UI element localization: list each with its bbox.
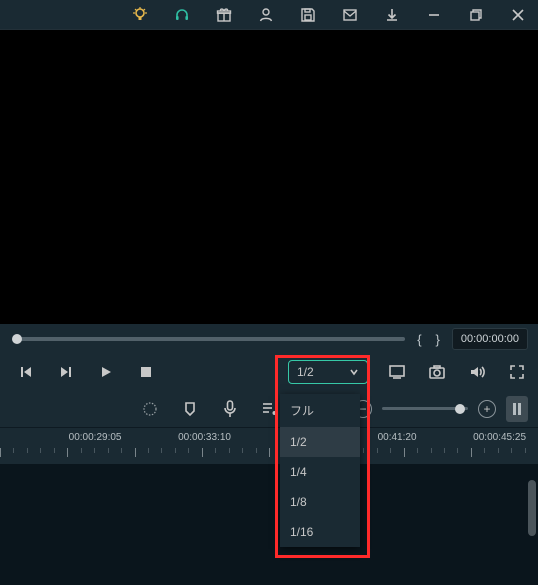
zoom-knob[interactable]	[455, 404, 465, 414]
close-icon[interactable]	[506, 3, 530, 27]
marker-icon[interactable]	[179, 398, 201, 420]
mark-out-brace[interactable]: }	[434, 332, 442, 347]
quality-select[interactable]: 1/2	[288, 360, 368, 384]
zoom-track[interactable]	[382, 407, 468, 410]
scrub-track[interactable]	[15, 337, 405, 341]
quality-option[interactable]: フル	[280, 394, 360, 427]
download-icon[interactable]	[380, 3, 404, 27]
timeline-body[interactable]	[0, 464, 538, 585]
save-icon[interactable]	[296, 3, 320, 27]
quality-option[interactable]: 1/4	[280, 457, 360, 487]
fullscreen-icon[interactable]	[506, 361, 528, 383]
playback-controls: 1/2	[0, 354, 538, 390]
quality-option[interactable]: 1/8	[280, 487, 360, 517]
preview-area	[0, 30, 538, 324]
next-keyframe-icon[interactable]	[55, 361, 77, 383]
quality-option[interactable]: 1/2	[280, 427, 360, 457]
lightbulb-icon[interactable]	[128, 3, 152, 27]
music-list-icon[interactable]	[259, 398, 281, 420]
volume-icon[interactable]	[466, 361, 488, 383]
minimize-icon[interactable]	[422, 3, 446, 27]
quality-option[interactable]: 1/16	[280, 517, 360, 547]
headphones-icon[interactable]	[170, 3, 194, 27]
pause-tile[interactable]	[506, 396, 528, 422]
tool-row: − +	[0, 390, 538, 428]
mail-icon[interactable]	[338, 3, 362, 27]
zoom-in-button[interactable]: +	[478, 400, 496, 418]
screen-icon[interactable]	[386, 361, 408, 383]
scrollbar-thumb[interactable]	[528, 480, 536, 536]
timecode: 00:00:00:00	[452, 328, 528, 350]
restore-icon[interactable]	[464, 3, 488, 27]
timeline-ruler[interactable]: 00:00:29:05 00:00:33:10 00:00:3 00:41:20…	[0, 428, 538, 464]
snapshot-icon[interactable]	[426, 361, 448, 383]
quality-current: 1/2	[297, 365, 314, 379]
play-icon[interactable]	[95, 361, 117, 383]
titlebar	[0, 0, 538, 30]
user-icon[interactable]	[254, 3, 278, 27]
dotted-circle-icon[interactable]	[139, 398, 161, 420]
mic-icon[interactable]	[219, 398, 241, 420]
scrub-head[interactable]	[12, 334, 22, 344]
scrub-bar: { } 00:00:00:00	[0, 324, 538, 354]
prev-keyframe-icon[interactable]	[15, 361, 37, 383]
gift-icon[interactable]	[212, 3, 236, 27]
chevron-down-icon	[349, 367, 359, 377]
quality-dropdown: フル 1/2 1/4 1/8 1/16	[280, 394, 360, 547]
ruler-ticks	[0, 448, 538, 458]
stop-icon[interactable]	[135, 361, 157, 383]
mark-in-brace[interactable]: {	[415, 332, 423, 347]
